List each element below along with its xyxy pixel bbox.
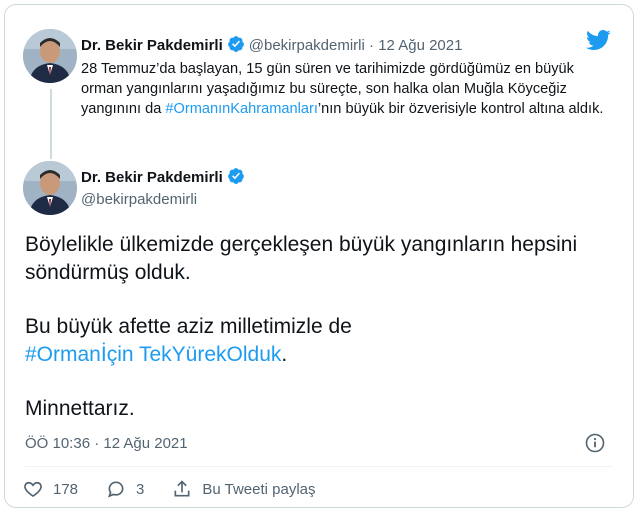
like-button[interactable]: 178 (23, 479, 78, 499)
divider (25, 466, 613, 467)
quoted-author-handle[interactable]: @bekirpakdemirli (249, 37, 365, 54)
tweet-paragraph: Bu büyük afette aziz milletimizle de #Or… (25, 313, 615, 369)
reply-count: 3 (136, 480, 145, 498)
tweet-body: Böylelikle ülkemizde gerçekleşen büyük y… (25, 231, 615, 449)
main-author-name[interactable]: Dr. Bekir Pakdemirli (81, 169, 223, 186)
person-photo-icon (23, 161, 77, 215)
thread-connector-line (50, 89, 52, 159)
main-author-handle[interactable]: @bekirpakdemirli (81, 191, 197, 208)
hashtag-link[interactable]: #OrmanınKahramanları (165, 101, 318, 117)
tweet-embed-card: Dr. Bekir Pakdemirli @bekirpakdemirli · 1… (4, 4, 634, 508)
separator-dot: · (369, 37, 375, 54)
share-button[interactable]: Bu Tweeti paylaş (172, 479, 316, 499)
verified-badge-icon (227, 35, 245, 57)
tweet-timestamp[interactable]: ÖÖ 10:36 · 12 Ağu 2021 (25, 435, 188, 452)
info-icon[interactable] (585, 433, 605, 458)
tweet-text-part: . (281, 343, 288, 366)
reply-button[interactable]: 3 (106, 479, 144, 499)
like-count: 178 (53, 480, 79, 498)
share-label: Bu Tweeti paylaş (202, 480, 316, 498)
person-photo-icon (23, 29, 77, 83)
reply-icon (107, 481, 124, 498)
tweet-text-part: Bu büyük afette aziz milletimizle de (25, 315, 352, 338)
tweet-paragraph: Minnettarız. (25, 397, 135, 420)
share-icon (174, 480, 190, 497)
quoted-date[interactable]: 12 Ağu 2021 (378, 37, 462, 54)
main-author-row: Dr. Bekir Pakdemirli (81, 167, 249, 189)
quoted-author-name[interactable]: Dr. Bekir Pakdemirli (81, 37, 223, 54)
main-avatar[interactable] (23, 161, 77, 215)
quoted-tweet-text: 28 Temmuz’da başlayan, 15 gün süren ve t… (81, 59, 617, 119)
twitter-bird-icon[interactable] (585, 29, 611, 56)
heart-icon (24, 481, 42, 498)
hashtag-link[interactable]: #Ormanİçin TekYürekOlduk (25, 343, 281, 366)
quoted-text-part: ’nın büyük bir özverisiyle kontrol altın… (317, 101, 604, 117)
tweet-paragraph: Böylelikle ülkemizde gerçekleşen büyük y… (25, 233, 578, 284)
verified-badge-icon (227, 167, 245, 189)
quoted-avatar[interactable] (23, 29, 77, 83)
tweet-actions: 178 3 Bu Tweeti paylaş (23, 479, 344, 499)
quoted-header: Dr. Bekir Pakdemirli @bekirpakdemirli · 1… (81, 35, 462, 57)
